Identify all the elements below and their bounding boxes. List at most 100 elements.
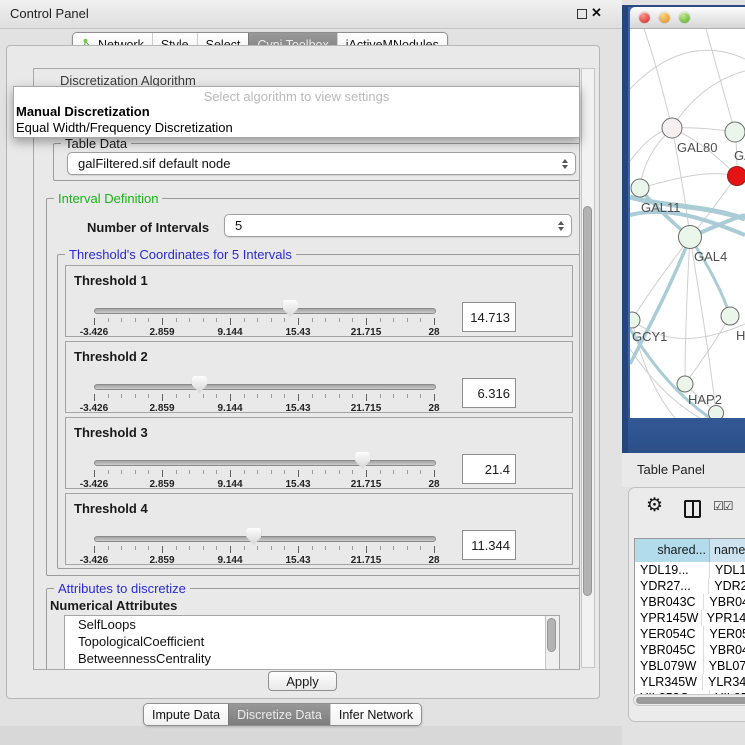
- cell-shared-name[interactable]: YDL19...: [635, 562, 710, 578]
- table-row[interactable]: YPR145WYPR145W: [635, 610, 745, 626]
- node-bottom[interactable]: [709, 406, 724, 419]
- tick-mark: [189, 546, 190, 550]
- cell-name[interactable]: YDR27...: [709, 578, 745, 594]
- cell-name[interactable]: YBR043C: [704, 594, 745, 610]
- cell-shared-name[interactable]: YER054C: [635, 626, 704, 642]
- numerical-attributes-list[interactable]: SelfLoopsTopologicalCoefficientBetweenne…: [64, 615, 560, 670]
- dropdown-item-equal-width-frequency[interactable]: Equal Width/Frequency Discretization: [14, 120, 579, 136]
- traffic-light-minimize-icon[interactable]: [659, 12, 670, 23]
- cell-shared-name[interactable]: YBR045C: [635, 642, 704, 658]
- cell-shared-name[interactable]: YLR345W: [635, 674, 703, 690]
- threshold-1-slider[interactable]: -3.4262.8599.14415.4321.71528: [94, 300, 435, 338]
- tab-impute-data[interactable]: Impute Data: [144, 704, 228, 725]
- number-of-intervals-combobox[interactable]: 5: [224, 214, 572, 237]
- tick-mark: [352, 470, 353, 474]
- threshold-3-label: Threshold 3: [74, 425, 148, 440]
- traffic-light-zoom-icon[interactable]: [679, 12, 690, 23]
- table-row[interactable]: YDR27...YDR27...: [635, 578, 745, 594]
- tab-infer-network[interactable]: Infer Network: [330, 704, 421, 725]
- tab-discretize-data[interactable]: Discretize Data: [228, 704, 330, 725]
- tick-label: 2.859: [149, 555, 174, 566]
- apply-button[interactable]: Apply: [268, 671, 337, 691]
- threshold-4-slider[interactable]: -3.4262.8599.14415.4321.71528: [94, 528, 435, 566]
- slider-track[interactable]: [94, 536, 436, 542]
- float-window-icon[interactable]: [577, 9, 587, 19]
- slider-tick-labels: -3.4262.8599.14415.4321.71528: [94, 479, 435, 491]
- threshold-2-value-field[interactable]: 6.316: [462, 378, 516, 408]
- network-canvas[interactable]: GAL80 GA GAL11 GAL4 GCY1 H HAP2: [630, 29, 745, 418]
- slider-thumb[interactable]: [355, 452, 370, 469]
- table-data-combobox[interactable]: galFiltered.sif default node: [67, 152, 576, 175]
- tick-label: -3.426: [80, 479, 108, 490]
- cell-shared-name[interactable]: YBR043C: [635, 594, 704, 610]
- tick-mark: [230, 318, 231, 325]
- cell-shared-name[interactable]: YPR145W: [635, 610, 702, 626]
- node-h[interactable]: [721, 307, 739, 325]
- discretization-settings-panel: Discretization Algorithm Table Data galF…: [33, 68, 580, 670]
- node-selected-red[interactable]: [728, 167, 745, 186]
- settings-scrollbar[interactable]: [581, 68, 595, 668]
- attribute-list-item[interactable]: BetweennessCentrality: [65, 650, 559, 667]
- table-row[interactable]: YBR045CYBR045C: [635, 642, 745, 658]
- slider-thumb[interactable]: [246, 528, 261, 545]
- tick-label: 9.144: [217, 403, 242, 414]
- node-gal80[interactable]: [662, 118, 682, 138]
- column-layout-icon[interactable]: [684, 500, 701, 518]
- slider-track[interactable]: [94, 308, 436, 314]
- attribute-list-item[interactable]: TopologicalCoefficient: [65, 633, 559, 650]
- tick-mark: [203, 546, 204, 550]
- table-row[interactable]: YBL079WYBL079W: [635, 658, 745, 674]
- scrollbar-thumb[interactable]: [547, 618, 556, 652]
- cell-name[interactable]: YBL079W: [704, 658, 745, 674]
- dropdown-placeholder-item[interactable]: Select algorithm to view settings: [14, 89, 579, 104]
- node-gal4[interactable]: [679, 226, 702, 249]
- table-horizontal-scrollbar[interactable]: [633, 694, 745, 706]
- slider-track[interactable]: [94, 384, 436, 390]
- slider-track[interactable]: [94, 460, 436, 466]
- gear-icon[interactable]: ⚙: [646, 494, 663, 517]
- cell-name[interactable]: YLR345W: [703, 674, 745, 690]
- attribute-list-item[interactable]: SelfLoops: [65, 616, 559, 633]
- close-icon[interactable]: ✕: [591, 5, 602, 21]
- node-top-right[interactable]: [725, 122, 745, 142]
- dropdown-item-manual-discretization[interactable]: Manual Discretization: [14, 104, 579, 120]
- cell-name[interactable]: YPR145W: [702, 610, 745, 626]
- tick-mark: [420, 394, 421, 398]
- threshold-3-slider[interactable]: -3.4262.8599.14415.4321.71528: [94, 452, 435, 490]
- cell-name[interactable]: YBR045C: [704, 642, 745, 658]
- tick-mark: [257, 318, 258, 322]
- cell-shared-name[interactable]: YBL079W: [635, 658, 704, 674]
- node-gal11[interactable]: [631, 179, 649, 197]
- node-hap2[interactable]: [677, 376, 693, 392]
- tick-mark: [189, 318, 190, 322]
- scrollbar-thumb[interactable]: [636, 697, 745, 704]
- tick-mark: [380, 394, 381, 398]
- tick-mark: [339, 394, 340, 398]
- tick-mark: [407, 546, 408, 550]
- node-gcy1[interactable]: [630, 312, 640, 328]
- threshold-3-value-field[interactable]: 21.4: [462, 454, 516, 484]
- cell-name[interactable]: YDL19...: [710, 562, 745, 578]
- list-scrollbar[interactable]: [545, 616, 559, 670]
- traffic-light-close-icon[interactable]: [639, 12, 650, 23]
- table-row[interactable]: YBR043CYBR043C: [635, 594, 745, 610]
- table-row[interactable]: YLR345WYLR345W: [635, 674, 745, 690]
- table-row[interactable]: YDL19...YDL19...: [635, 562, 745, 578]
- column-header-name[interactable]: name: [710, 539, 745, 562]
- threshold-2-slider[interactable]: -3.4262.8599.14415.4321.71528: [94, 376, 435, 414]
- scrollbar-thumb[interactable]: [583, 206, 592, 596]
- slider-thumb[interactable]: [192, 376, 207, 393]
- column-header-shared-name[interactable]: shared...: [635, 539, 710, 562]
- attributes-group-label: Attributes to discretize: [54, 581, 190, 596]
- tick-mark: [121, 470, 122, 474]
- thresholds-group-label: Threshold's Coordinates for 5 Intervals: [65, 247, 296, 262]
- table-row[interactable]: YER054CYER054C: [635, 626, 745, 642]
- threshold-4-value-field[interactable]: 11.344: [462, 530, 516, 560]
- slider-thumb[interactable]: [283, 300, 298, 317]
- checkbox-icons[interactable]: ☑☑: [713, 499, 733, 513]
- tick-mark: [420, 470, 421, 474]
- cell-name[interactable]: YER054C: [704, 626, 745, 642]
- threshold-1-value-field[interactable]: 14.713: [462, 302, 516, 332]
- cell-shared-name[interactable]: YDR27...: [635, 578, 709, 594]
- network-edges[interactable]: [630, 29, 745, 418]
